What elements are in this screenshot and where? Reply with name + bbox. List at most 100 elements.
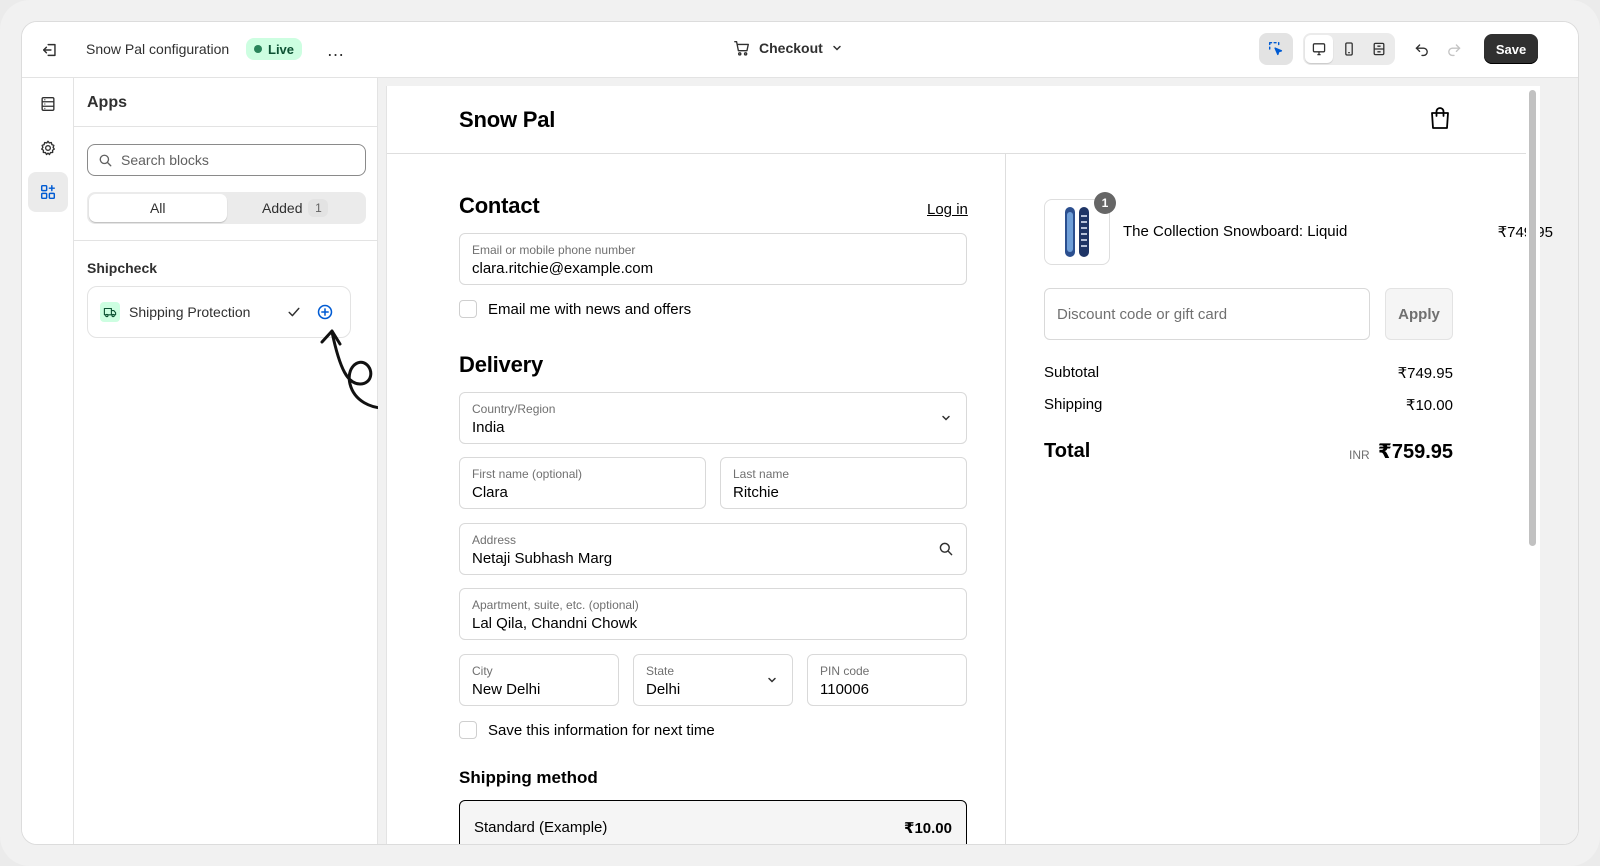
country-value: India <box>472 419 505 436</box>
column-divider <box>1005 154 1006 844</box>
redo-icon[interactable] <box>1442 37 1466 61</box>
store-name: Snow Pal <box>459 107 556 132</box>
added-count-badge: 1 <box>308 199 329 217</box>
state-value: Delhi <box>646 681 681 698</box>
search-icon <box>939 542 953 556</box>
undo-icon[interactable] <box>1410 37 1434 61</box>
address-field[interactable]: Address Netaji Subhash Marg <box>459 523 967 575</box>
more-actions-icon[interactable]: … <box>324 38 348 62</box>
contact-heading: Contact <box>459 193 540 218</box>
filter-tabs: All Added 1 <box>87 192 366 224</box>
divider <box>74 126 377 127</box>
save-info-checkbox[interactable] <box>459 721 477 739</box>
total-label: Total <box>1044 440 1091 462</box>
shipping-option[interactable]: Standard (Example) ₹10.00 <box>459 800 967 844</box>
tab-added-label: Added <box>262 200 303 216</box>
tab-added[interactable]: Added 1 <box>227 194 365 222</box>
city-field[interactable]: City New Delhi <box>459 654 619 706</box>
product-quantity-badge: 1 <box>1094 192 1116 214</box>
save-button[interactable]: Save <box>1484 34 1538 64</box>
apartment-field[interactable]: Apartment, suite, etc. (optional) Lal Qi… <box>459 588 967 640</box>
status-badge-label: Live <box>268 41 295 57</box>
sections-icon[interactable] <box>28 84 68 124</box>
email-field[interactable]: Email or mobile phone number clara.ritch… <box>459 233 967 285</box>
top-bar: Snow Pal configuration Live … Checkout S… <box>22 22 1578 78</box>
status-badge: Live <box>246 38 303 60</box>
search-input[interactable] <box>121 152 341 168</box>
shipping-label: Shipping <box>1044 396 1103 413</box>
shipping-option-price: ₹10.00 <box>904 820 952 837</box>
total-value: ₹759.95 <box>1377 441 1453 463</box>
login-link[interactable]: Log in <box>927 201 968 218</box>
apartment-value: Lal Qila, Chandni Chowk <box>472 615 638 632</box>
email-value: clara.ritchie@example.com <box>472 260 654 277</box>
search-blocks-field[interactable] <box>87 144 366 176</box>
pin-code-field[interactable]: PIN code 110006 <box>807 654 967 706</box>
apply-discount-button[interactable]: Apply <box>1385 288 1453 340</box>
city-label: City <box>472 664 493 678</box>
app-block-name: Shipping Protection <box>129 304 251 320</box>
panel-title: Apps <box>87 94 127 111</box>
preview-canvas: Snow Pal Contact Log in Email or mobile … <box>386 86 1553 844</box>
device-switcher <box>1303 33 1395 65</box>
app-background: Snow Pal configuration Live … Checkout S… <box>0 0 1600 866</box>
exit-icon[interactable] <box>38 38 62 62</box>
divider <box>74 240 377 241</box>
discount-code-field[interactable] <box>1044 288 1370 340</box>
settings-gear-icon[interactable] <box>28 128 68 168</box>
checkmark-icon <box>283 301 305 323</box>
desktop-view-icon[interactable] <box>1305 35 1333 63</box>
cart-icon <box>734 41 749 56</box>
add-block-icon[interactable] <box>314 301 336 323</box>
editor-window: Snow Pal configuration Live … Checkout S… <box>21 21 1579 845</box>
city-value: New Delhi <box>472 681 541 698</box>
scrollbar-thumb[interactable] <box>1529 90 1536 546</box>
last-name-label: Last name <box>733 467 790 481</box>
chevron-down-icon <box>833 45 841 51</box>
discount-input[interactable] <box>1057 305 1347 323</box>
last-name-value: Ritchie <box>733 484 779 501</box>
pin-code-label: PIN code <box>820 664 870 678</box>
product-name: The Collection Snowboard: Liquid <box>1123 223 1348 240</box>
newsletter-checkbox[interactable] <box>459 300 477 318</box>
apps-panel: Apps All Added 1 Shipcheck Shipping Prot… <box>74 78 378 844</box>
store-header: Snow Pal <box>387 86 1526 154</box>
chevron-down-icon <box>942 415 950 421</box>
left-rail <box>22 78 74 844</box>
pin-code-value: 110006 <box>820 681 869 698</box>
chevron-down-icon <box>768 677 776 683</box>
country-label: Country/Region <box>472 402 556 416</box>
newsletter-label: Email me with news and offers <box>488 300 692 318</box>
newsletter-option[interactable]: Email me with news and offers <box>459 300 691 318</box>
delivery-heading: Delivery <box>459 352 544 377</box>
address-value: Netaji Subhash Marg <box>472 550 613 567</box>
mobile-view-icon[interactable] <box>1335 35 1363 63</box>
shipping-option-name: Standard (Example) <box>474 819 608 836</box>
last-name-field[interactable]: Last name Ritchie <box>720 457 967 509</box>
preview-scrollbar[interactable] <box>1526 86 1540 844</box>
state-select[interactable]: State Delhi <box>633 654 793 706</box>
country-select[interactable]: Country/Region India <box>459 392 967 444</box>
search-icon <box>99 154 112 166</box>
save-info-label: Save this information for next time <box>488 721 715 739</box>
tab-all-label: All <box>149 200 166 216</box>
state-label: State <box>646 664 675 678</box>
first-name-field[interactable]: First name (optional) Clara <box>459 457 706 509</box>
page-selector-label: Checkout <box>759 40 823 56</box>
page-selector[interactable]: Checkout <box>733 39 843 57</box>
checkout-preview: Snow Pal Contact Log in Email or mobile … <box>378 78 1578 844</box>
shipping-value: ₹10.00 <box>1405 397 1453 414</box>
save-info-option[interactable]: Save this information for next time <box>459 721 715 739</box>
shipping-method-heading: Shipping method <box>459 768 598 787</box>
first-name-value: Clara <box>472 484 508 501</box>
tab-all[interactable]: All <box>89 194 227 222</box>
apps-icon[interactable] <box>28 172 68 212</box>
address-label: Address <box>472 533 517 547</box>
shopping-bag-icon[interactable] <box>1429 106 1451 135</box>
first-name-label: First name (optional) <box>472 467 583 481</box>
inspector-toggle-icon[interactable] <box>1259 33 1293 65</box>
apartment-label: Apartment, suite, etc. (optional) <box>472 598 639 612</box>
fullscreen-view-icon[interactable] <box>1365 35 1393 63</box>
subtotal-label: Subtotal <box>1044 364 1100 381</box>
live-dot-icon <box>254 45 262 53</box>
